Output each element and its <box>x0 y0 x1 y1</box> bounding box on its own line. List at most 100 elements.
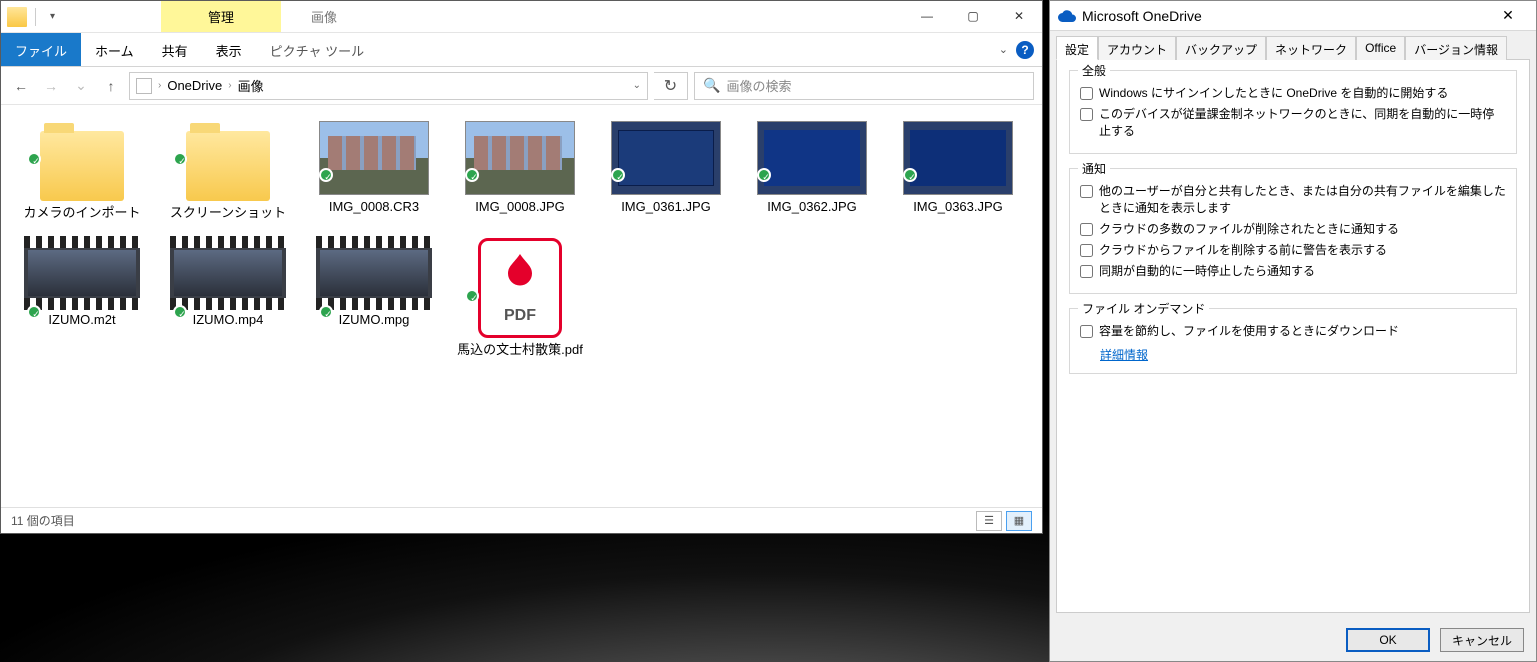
minimize-button[interactable]: — <box>904 1 950 31</box>
file-item[interactable]: IZUMO.mpg <box>301 234 447 363</box>
explorer-window: ▾ 管理 画像 — ▢ ✕ ファイル ホーム 共有 表示 ピクチャ ツール ⌄ … <box>0 0 1043 534</box>
close-button[interactable]: ✕ <box>996 1 1042 31</box>
nav-forward-button[interactable]: → <box>39 74 63 98</box>
image-thumbnail <box>611 121 721 195</box>
ribbon-tab-picture-tools[interactable]: ピクチャ ツール <box>256 33 378 66</box>
folder-icon <box>7 7 27 27</box>
tab-network[interactable]: ネットワーク <box>1266 36 1356 60</box>
ribbon-tab-home[interactable]: ホーム <box>81 33 148 66</box>
file-item[interactable]: スクリーンショット <box>155 117 301 226</box>
search-icon: 🔍 <box>703 77 720 94</box>
onedrive-body: 全般 Windows にサインインしたときに OneDrive を自動的に開始す… <box>1056 59 1530 613</box>
onedrive-settings-dialog: Microsoft OneDrive ✕ 設定 アカウント バックアップ ネット… <box>1049 0 1537 662</box>
ribbon-tab-share[interactable]: 共有 <box>148 33 202 66</box>
file-label: IZUMO.mpg <box>339 312 410 329</box>
image-thumbnail <box>465 121 575 195</box>
video-thumbnail <box>316 238 432 308</box>
video-thumbnail <box>170 238 286 308</box>
tab-about[interactable]: バージョン情報 <box>1405 36 1507 60</box>
cancel-button[interactable]: キャンセル <box>1440 628 1524 652</box>
ok-button[interactable]: OK <box>1346 628 1430 652</box>
onedrive-footer: OK キャンセル <box>1050 619 1536 661</box>
sync-status-icon <box>611 168 625 182</box>
crumb-pictures[interactable]: 画像 <box>238 76 264 95</box>
group-files-on-demand: ファイル オンデマンド 容量を節約し、ファイルを使用するときにダウンロード 詳細… <box>1069 308 1517 374</box>
sync-status-icon <box>465 289 479 303</box>
tab-office[interactable]: Office <box>1356 36 1405 60</box>
file-item[interactable]: IZUMO.m2t <box>9 234 155 363</box>
checkbox-files-on-demand[interactable]: 容量を節約し、ファイルを使用するときにダウンロード <box>1080 323 1506 340</box>
sync-status-icon <box>903 168 917 182</box>
location-icon <box>136 78 152 94</box>
file-item[interactable]: IMG_0008.CR3 <box>301 117 447 226</box>
file-item[interactable]: PDF 馬込の文士村散策.pdf <box>447 234 593 363</box>
file-label: IZUMO.m2t <box>48 312 115 329</box>
link-more-info[interactable]: 詳細情報 <box>1100 346 1148 363</box>
sync-status-icon <box>173 305 187 319</box>
sync-status-icon <box>173 152 187 166</box>
image-thumbnail <box>757 121 867 195</box>
file-label: 馬込の文士村散策.pdf <box>457 342 583 359</box>
qat-chevron-icon[interactable]: ▾ <box>44 11 61 22</box>
checkbox-autostart[interactable]: Windows にサインインしたときに OneDrive を自動的に開始する <box>1080 85 1506 102</box>
group-general: 全般 Windows にサインインしたときに OneDrive を自動的に開始す… <box>1069 70 1517 154</box>
group-title-notifications: 通知 <box>1078 160 1110 177</box>
address-dropdown-icon[interactable]: ⌄ <box>633 80 641 91</box>
nav-back-button[interactable]: ← <box>9 74 33 98</box>
sync-status-icon <box>27 305 41 319</box>
separator <box>35 8 36 26</box>
chevron-right-icon[interactable]: › <box>228 80 231 91</box>
sync-status-icon <box>757 168 771 182</box>
onedrive-titlebar[interactable]: Microsoft OneDrive ✕ <box>1050 1 1536 31</box>
onedrive-tabs: 設定 アカウント バックアップ ネットワーク Office バージョン情報 <box>1050 31 1536 59</box>
checkbox-share-notify[interactable]: 他のユーザーが自分と共有したとき、または自分の共有ファイルを編集したときに通知を… <box>1080 183 1506 217</box>
view-thumbnails-button[interactable]: ▦ <box>1006 511 1032 531</box>
nav-recent-button[interactable]: ⌄ <box>69 74 93 98</box>
search-input[interactable]: 🔍 画像の検索 <box>694 72 1034 100</box>
nav-up-button[interactable]: ↑ <box>99 74 123 98</box>
tab-account[interactable]: アカウント <box>1098 36 1176 60</box>
onedrive-title: Microsoft OneDrive <box>1082 8 1202 24</box>
context-tab-manage[interactable]: 管理 <box>161 1 281 32</box>
view-details-button[interactable]: ☰ <box>976 511 1002 531</box>
ribbon-collapse-icon[interactable]: ⌄ <box>999 43 1008 56</box>
ribbon-tab-file[interactable]: ファイル <box>1 33 81 66</box>
checkbox-delete-warn[interactable]: クラウドからファイルを削除する前に警告を表示する <box>1080 242 1506 259</box>
checkbox-pause-notify[interactable]: 同期が自動的に一時停止したら通知する <box>1080 263 1506 280</box>
cloud-icon <box>1058 10 1076 22</box>
chevron-right-icon[interactable]: › <box>158 80 161 91</box>
explorer-titlebar[interactable]: ▾ 管理 画像 — ▢ ✕ <box>1 1 1042 33</box>
status-bar: 11 個の項目 ☰ ▦ <box>1 507 1042 533</box>
help-icon[interactable]: ? <box>1016 41 1034 59</box>
maximize-button[interactable]: ▢ <box>950 1 996 31</box>
file-label: IMG_0363.JPG <box>913 199 1003 216</box>
checkbox-metered-pause[interactable]: このデバイスが従量課金制ネットワークのときに、同期を自動的に一時停止する <box>1080 106 1506 140</box>
crumb-onedrive[interactable]: OneDrive <box>167 78 222 93</box>
file-item[interactable]: IZUMO.mp4 <box>155 234 301 363</box>
image-thumbnail <box>903 121 1013 195</box>
pdf-icon: PDF <box>478 238 562 338</box>
file-item[interactable]: IMG_0363.JPG <box>885 117 1031 226</box>
address-bar[interactable]: › OneDrive › 画像 ⌄ <box>129 72 648 100</box>
sync-status-icon <box>27 152 41 166</box>
tab-settings[interactable]: 設定 <box>1056 36 1098 60</box>
folder-icon <box>40 131 124 201</box>
window-title: 画像 <box>281 1 904 32</box>
file-list[interactable]: カメラのインポートスクリーンショットIMG_0008.CR3IMG_0008.J… <box>1 105 1042 507</box>
tab-backup[interactable]: バックアップ <box>1176 36 1266 60</box>
file-item[interactable]: IMG_0361.JPG <box>593 117 739 226</box>
sync-status-icon <box>319 168 333 182</box>
file-item[interactable]: IMG_0362.JPG <box>739 117 885 226</box>
refresh-button[interactable]: ↻ <box>654 72 688 100</box>
file-label: カメラのインポート <box>23 205 140 222</box>
file-item[interactable]: カメラのインポート <box>9 117 155 226</box>
video-thumbnail <box>24 238 140 308</box>
group-notifications: 通知 他のユーザーが自分と共有したとき、または自分の共有ファイルを編集したときに… <box>1069 168 1517 294</box>
file-label: IZUMO.mp4 <box>193 312 264 329</box>
checkbox-mass-delete-notify[interactable]: クラウドの多数のファイルが削除されたときに通知する <box>1080 221 1506 238</box>
address-bar-row: ← → ⌄ ↑ › OneDrive › 画像 ⌄ ↻ 🔍 画像の検索 <box>1 67 1042 105</box>
onedrive-close-button[interactable]: ✕ <box>1488 2 1528 30</box>
sync-status-icon <box>465 168 479 182</box>
file-item[interactable]: IMG_0008.JPG <box>447 117 593 226</box>
ribbon-tab-view[interactable]: 表示 <box>202 33 256 66</box>
